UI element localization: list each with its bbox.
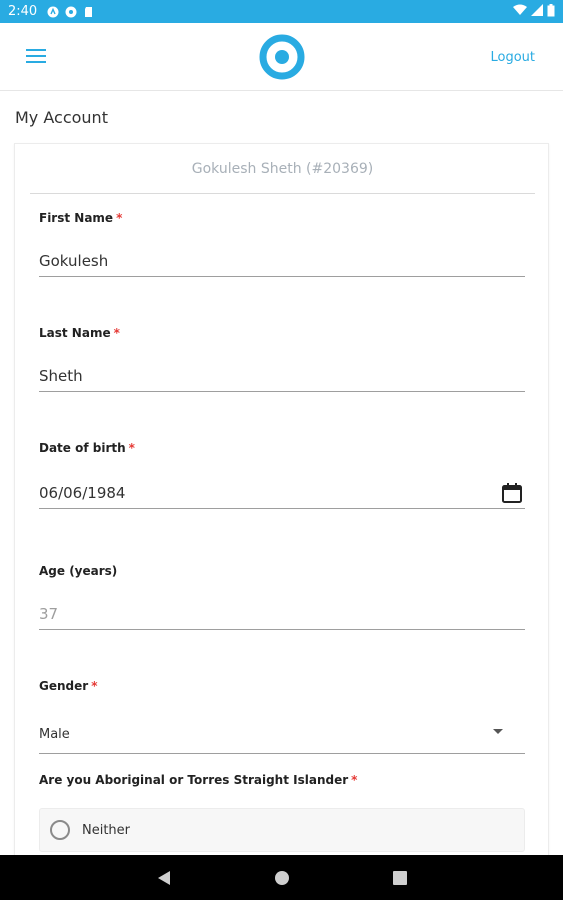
required-marker: * [113, 326, 120, 340]
home-icon[interactable] [272, 868, 292, 888]
card-header: Gokulesh Sheth (#20369) [30, 144, 535, 194]
battery-icon [547, 3, 555, 20]
status-bar: 2:40 [0, 0, 563, 23]
recents-icon[interactable] [390, 868, 410, 888]
required-marker: * [351, 773, 358, 787]
last-name-value: Sheth [39, 366, 83, 385]
assistant-icon [47, 6, 59, 18]
radio-option-label: Neither [82, 822, 131, 838]
page-title: My Account [15, 108, 108, 127]
wifi-icon [513, 4, 527, 19]
calendar-icon[interactable] [501, 482, 523, 504]
status-right [513, 3, 555, 20]
hamburger-menu-icon[interactable] [22, 43, 50, 69]
photos-icon [65, 6, 77, 18]
sd-card-icon [83, 6, 95, 18]
gender-label: Gender * [39, 679, 98, 693]
age-label: Age (years) [39, 564, 118, 578]
last-name-label: Last Name * [39, 326, 120, 340]
app-bar: Logout [0, 23, 563, 91]
first-name-input[interactable]: Gokulesh [39, 245, 525, 277]
age-input: 37 [39, 598, 525, 630]
first-name-value: Gokulesh [39, 251, 109, 270]
dropdown-caret-icon[interactable] [493, 729, 503, 734]
required-marker: * [91, 679, 98, 693]
radio-option-neither[interactable]: Neither [39, 808, 525, 852]
indigenous-label: Are you Aboriginal or Torres Straight Is… [39, 773, 358, 787]
last-name-field: Last Name * Sheth [39, 326, 525, 392]
system-nav-bar [0, 855, 563, 900]
logout-button[interactable]: Logout [490, 50, 535, 65]
ring-logo-icon [258, 33, 306, 81]
dob-label: Date of birth * [39, 441, 135, 455]
gender-field: Gender * Male [39, 679, 525, 754]
required-marker: * [128, 441, 135, 455]
last-name-input[interactable]: Sheth [39, 360, 525, 392]
dob-field: Date of birth * 06/06/1984 [39, 441, 525, 509]
gender-select[interactable]: Male [39, 716, 525, 754]
indigenous-field: Are you Aboriginal or Torres Straight Is… [39, 773, 525, 787]
status-time: 2:40 [8, 4, 38, 19]
radio-button-icon[interactable] [50, 820, 70, 840]
account-card: Gokulesh Sheth (#20369) First Name * Goku… [14, 143, 549, 900]
account-name-id: Gokulesh Sheth (#20369) [191, 160, 374, 177]
dob-value: 06/06/1984 [39, 483, 126, 502]
status-left: 2:40 [8, 4, 95, 19]
gender-value: Male [39, 727, 70, 742]
first-name-label: First Name * [39, 211, 123, 225]
required-marker: * [116, 211, 123, 225]
first-name-field: First Name * Gokulesh [39, 211, 525, 277]
age-field: Age (years) 37 [39, 564, 525, 630]
back-icon[interactable] [154, 868, 174, 888]
dob-input[interactable]: 06/06/1984 [39, 477, 525, 509]
age-value: 37 [39, 604, 59, 623]
signal-icon [531, 4, 543, 19]
